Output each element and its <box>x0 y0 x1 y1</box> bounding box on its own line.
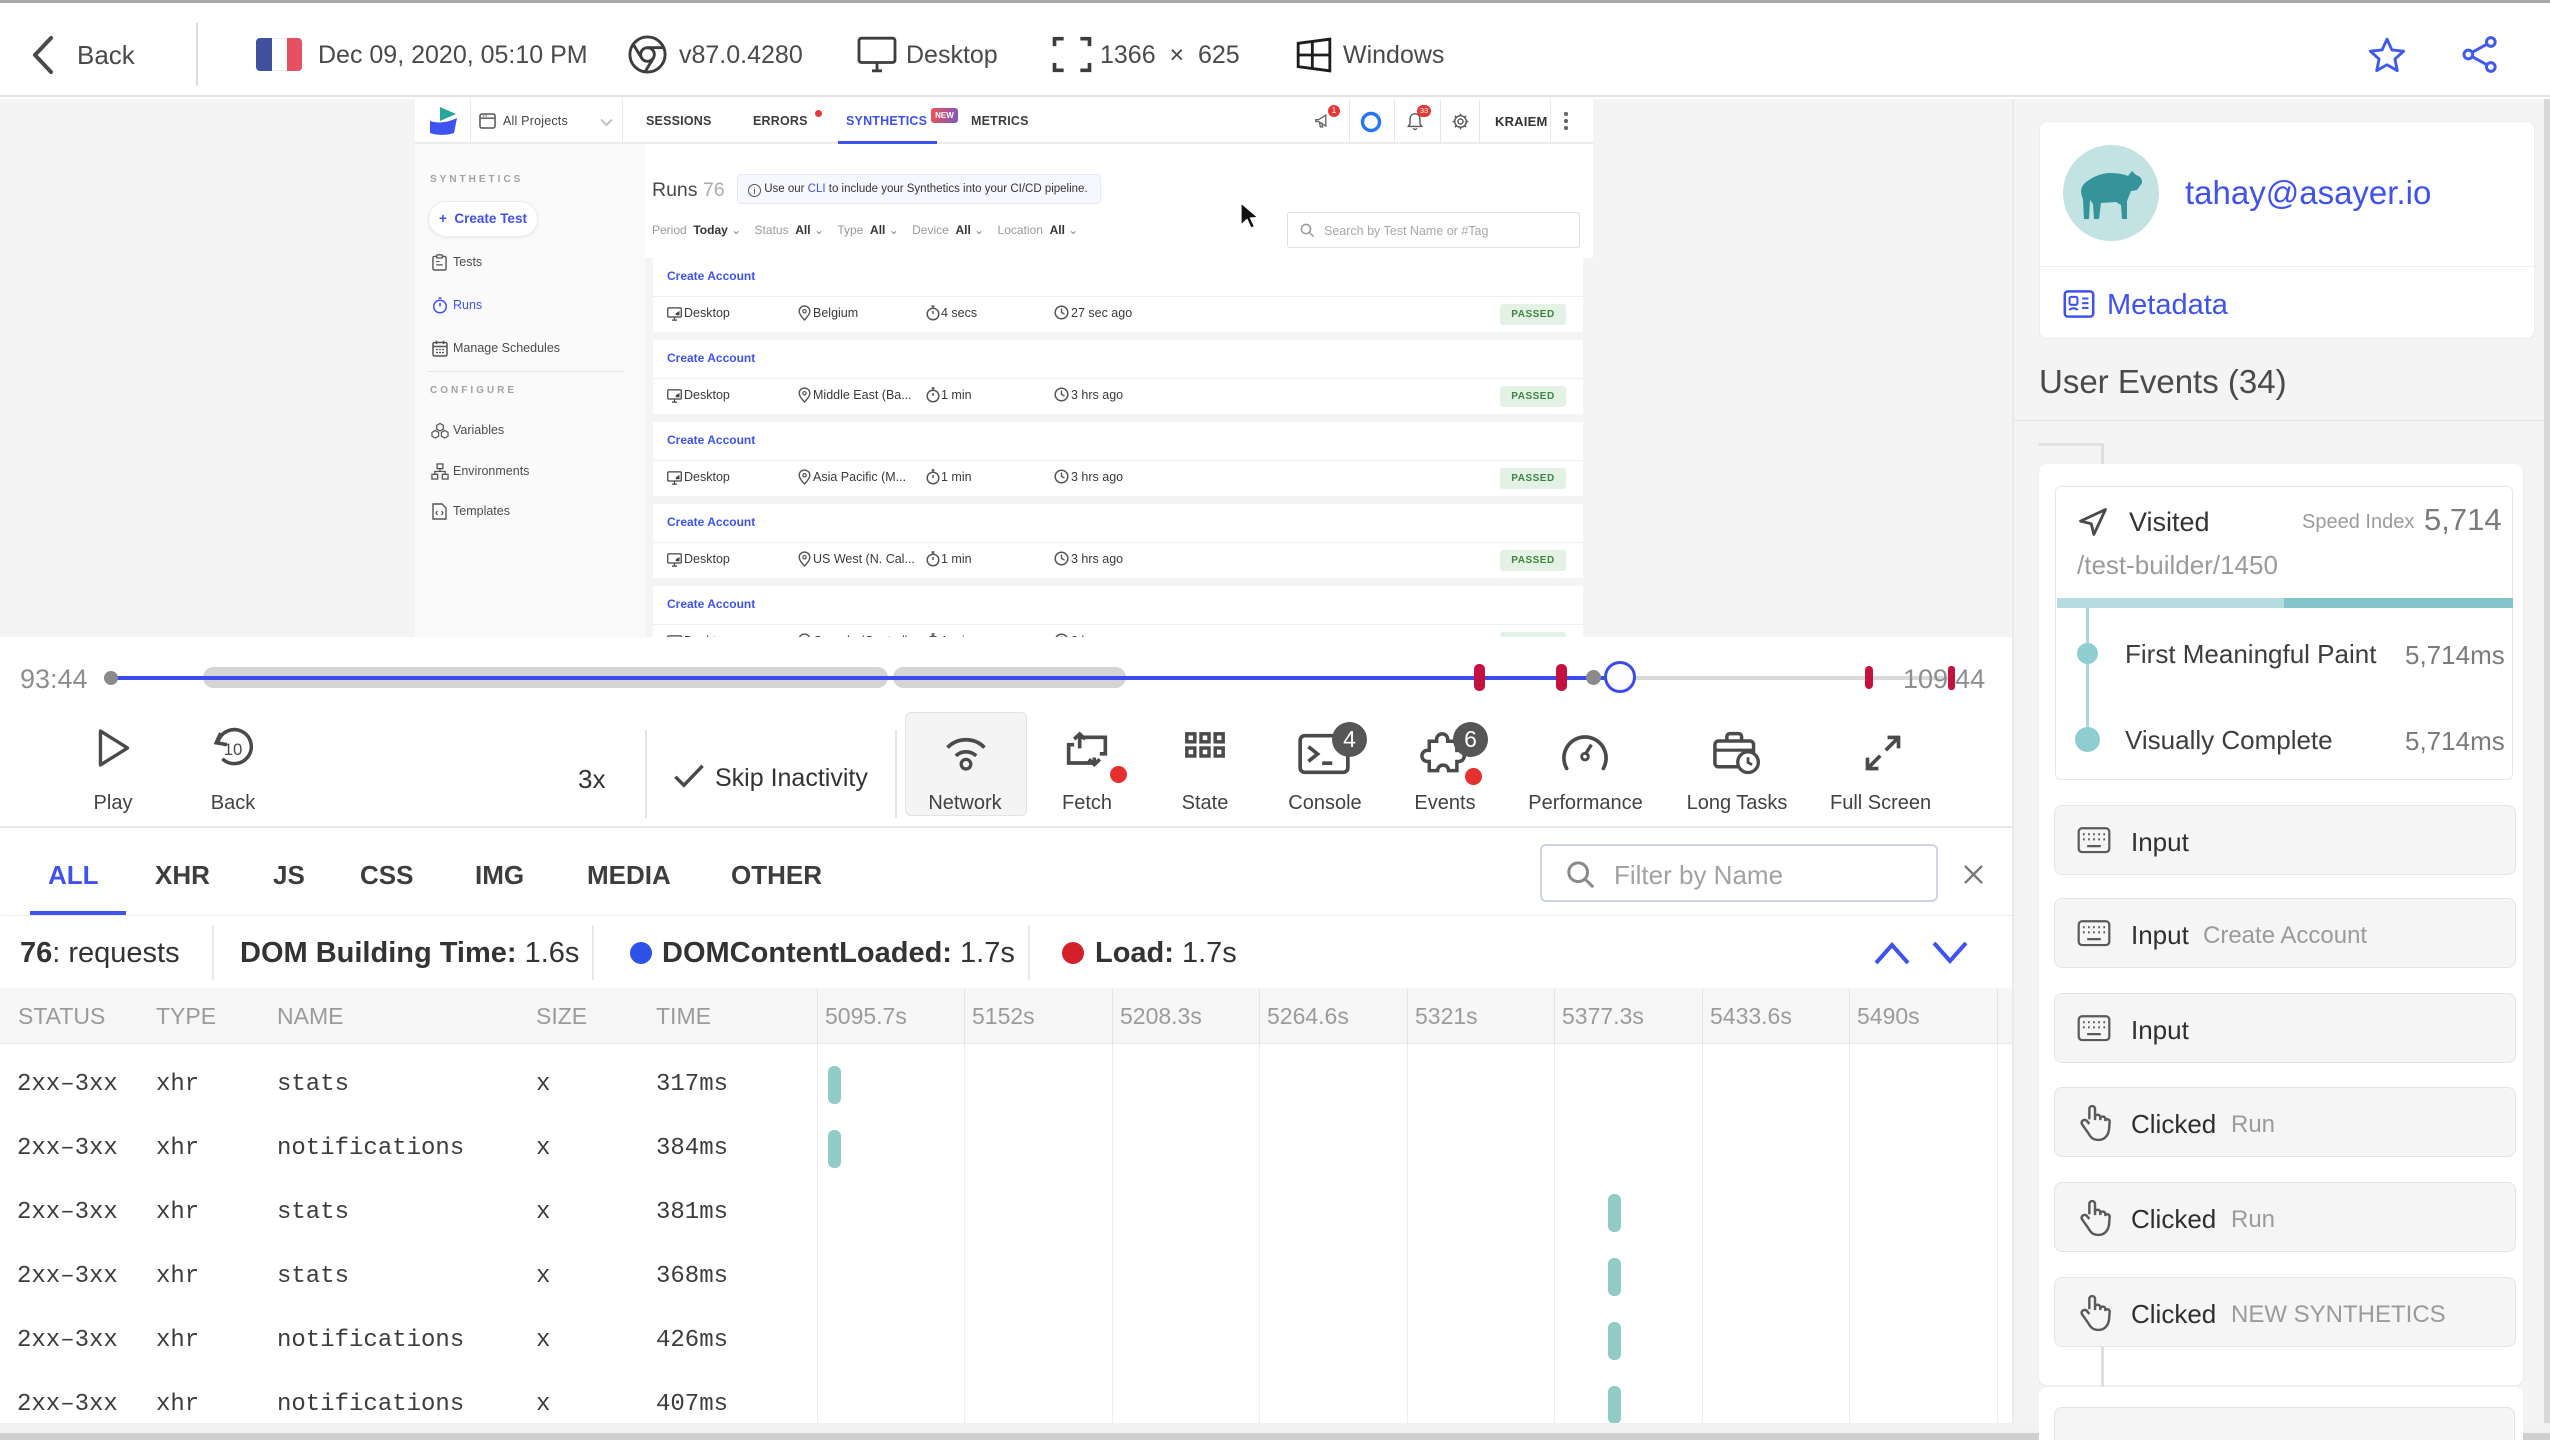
svg-text:10: 10 <box>224 740 243 759</box>
